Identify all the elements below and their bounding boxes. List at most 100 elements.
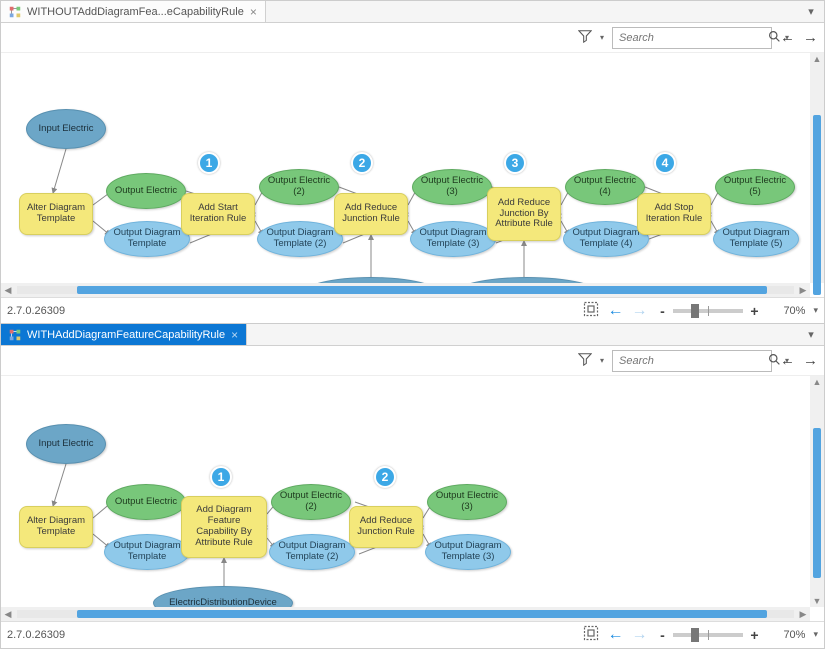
scroll-thumb[interactable] (813, 428, 821, 578)
nav-forward-icon[interactable]: → (803, 353, 818, 368)
node-label: Add Start Iteration Rule (186, 203, 250, 225)
tab-menu-dropdown[interactable]: ▾ (802, 326, 820, 344)
node-label: Output Diagram Template (109, 541, 185, 563)
vertical-scrollbar[interactable]: ▲▼ (810, 376, 824, 607)
search-input[interactable] (617, 354, 764, 368)
node-add-reduce-junction-rule[interactable]: Add Reduce Junction Rule (349, 506, 423, 548)
close-icon[interactable]: × (231, 328, 238, 342)
zoom-in-button[interactable]: + (747, 627, 761, 643)
horizontal-scrollbar[interactable]: ◀▶ (1, 607, 810, 621)
status-bar: 2.7.0.26309←→-+70%▾ (1, 621, 824, 647)
tab-title: WITHOUTAddDiagramFea...eCapabilityRule (27, 6, 244, 18)
nav-forward-icon[interactable]: → (803, 30, 818, 45)
scroll-right-icon[interactable]: ▶ (796, 285, 810, 296)
zoom-slider[interactable]: -+ (655, 627, 761, 643)
vertical-scrollbar[interactable]: ▲▼ (810, 53, 824, 283)
node-output-diagram-template[interactable]: Output Diagram Template (104, 221, 190, 257)
history-back-button[interactable]: ← (607, 627, 623, 643)
node-output-diagram-template-3[interactable]: Output Diagram Template (3) (410, 221, 496, 257)
model-icon (9, 329, 21, 341)
search-box[interactable]: ▾ (612, 350, 772, 372)
version-label: 2.7.0.26309 (7, 305, 65, 317)
node-label: Output Diagram Template (3) (415, 228, 491, 250)
fit-extent-icon[interactable] (583, 301, 599, 320)
tab-bar: WITHAddDiagramFeatureCapabilityRule × ▾ (1, 324, 824, 346)
zoom-percent: 70% (769, 629, 805, 641)
nav-back-icon[interactable]: ← (780, 30, 795, 45)
fit-extent-icon[interactable] (583, 625, 599, 644)
zoom-in-button[interactable]: + (747, 303, 761, 319)
node-input-electric[interactable]: Input Electric (26, 424, 106, 464)
editor-tab[interactable]: WITHAddDiagramFeatureCapabilityRule × (1, 324, 247, 345)
node-add-start-iteration-rule[interactable]: Add Start Iteration Rule (181, 193, 255, 235)
node-label: Output Diagram Template (2) (262, 228, 338, 250)
close-icon[interactable]: × (250, 5, 257, 19)
history-forward-button: → (631, 303, 647, 319)
node-label: Output Diagram Template (4) (568, 228, 644, 250)
version-label: 2.7.0.26309 (7, 629, 65, 641)
node-add-reduce-junction-rule[interactable]: Add Reduce Junction Rule (334, 193, 408, 235)
node-label: Output Diagram Template (109, 228, 185, 250)
zoom-knob[interactable] (691, 628, 699, 642)
scroll-thumb[interactable] (77, 610, 767, 618)
editor-tab[interactable]: WITHOUTAddDiagramFea...eCapabilityRule × (1, 1, 266, 22)
node-output-diagram-template-5[interactable]: Output Diagram Template (5) (713, 221, 799, 257)
scroll-left-icon[interactable]: ◀ (1, 609, 15, 620)
node-output-electric-3[interactable]: Output Electric (3) (427, 484, 507, 520)
node-output-diagram-template[interactable]: Output Diagram Template (104, 534, 190, 570)
zoom-out-button[interactable]: - (655, 627, 669, 643)
node-label: Add Diagram Feature Capability By Attrib… (186, 505, 262, 549)
filter-icon[interactable] (578, 352, 592, 369)
horizontal-scrollbar[interactable]: ◀▶ (1, 283, 810, 297)
node-alter-diagram-template[interactable]: Alter Diagram Template (19, 506, 93, 548)
scroll-up-icon[interactable]: ▲ (810, 53, 824, 65)
scroll-left-icon[interactable]: ◀ (1, 285, 15, 296)
node-output-electric[interactable]: Output Electric (106, 484, 186, 520)
scroll-thumb[interactable] (813, 115, 821, 295)
chevron-down-icon[interactable]: ▾ (600, 33, 604, 42)
node-label: Output Diagram Template (5) (718, 228, 794, 250)
scroll-up-icon[interactable]: ▲ (810, 376, 824, 388)
node-output-electric-2[interactable]: Output Electric (2) (271, 484, 351, 520)
zoom-knob[interactable] (691, 304, 699, 318)
scroll-right-icon[interactable]: ▶ (796, 609, 810, 620)
search-box[interactable]: ▾ (612, 27, 772, 49)
nav-back-icon[interactable]: ← (780, 353, 795, 368)
node-output-diagram-template-2[interactable]: Output Diagram Template (2) (257, 221, 343, 257)
node-output-electric-5[interactable]: Output Electric (5) (715, 169, 795, 205)
scroll-thumb[interactable] (77, 286, 767, 294)
node-output-electric[interactable]: Output Electric (106, 173, 186, 209)
step-badge: 3 (504, 152, 526, 174)
node-output-electric-3[interactable]: Output Electric (3) (412, 169, 492, 205)
toolbar: ▾ ▾ ← → (1, 346, 824, 376)
node-label: Output Electric (115, 186, 177, 197)
zoom-slider[interactable]: -+ (655, 303, 761, 319)
node-label: Alter Diagram Template (24, 203, 88, 225)
node-output-electric-4[interactable]: Output Electric (4) (565, 169, 645, 205)
model-canvas[interactable]: Input Electric Alter Diagram Template Outp… (1, 376, 810, 607)
filter-icon[interactable] (578, 29, 592, 46)
node-output-electric-2[interactable]: Output Electric (2) (259, 169, 339, 205)
node-output-diagram-template-2[interactable]: Output Diagram Template (2) (269, 534, 355, 570)
chevron-down-icon[interactable]: ▾ (813, 629, 818, 640)
node-add-diagram-feature-capability-by-attribute-rule[interactable]: Add Diagram Feature Capability By Attrib… (181, 496, 267, 558)
model-canvas[interactable]: Input Electric Alter Diagram Template Outp… (1, 53, 810, 283)
search-input[interactable] (617, 31, 764, 45)
node-alter-diagram-template[interactable]: Alter Diagram Template (19, 193, 93, 235)
node-add-reduce-junction-by-attribute-rule[interactable]: Add Reduce Junction By Attribute Rule (487, 187, 561, 241)
chevron-down-icon[interactable]: ▾ (813, 305, 818, 316)
tab-title: WITHAddDiagramFeatureCapabilityRule (27, 329, 225, 341)
node-output-diagram-template-3[interactable]: Output Diagram Template (3) (425, 534, 511, 570)
zoom-out-button[interactable]: - (655, 303, 669, 319)
history-back-button[interactable]: ← (607, 303, 623, 319)
node-label: Input Electric (39, 124, 94, 135)
zoom-percent: 70% (769, 305, 805, 317)
scroll-down-icon[interactable]: ▼ (810, 595, 824, 607)
model-icon (9, 6, 21, 18)
node-add-stop-iteration-rule[interactable]: Add Stop Iteration Rule (637, 193, 711, 235)
chevron-down-icon[interactable]: ▾ (600, 356, 604, 365)
node-label: Add Stop Iteration Rule (642, 203, 706, 225)
node-input-electric[interactable]: Input Electric (26, 109, 106, 149)
node-label: Output Electric (3) (432, 491, 502, 513)
tab-menu-dropdown[interactable]: ▾ (802, 3, 820, 21)
